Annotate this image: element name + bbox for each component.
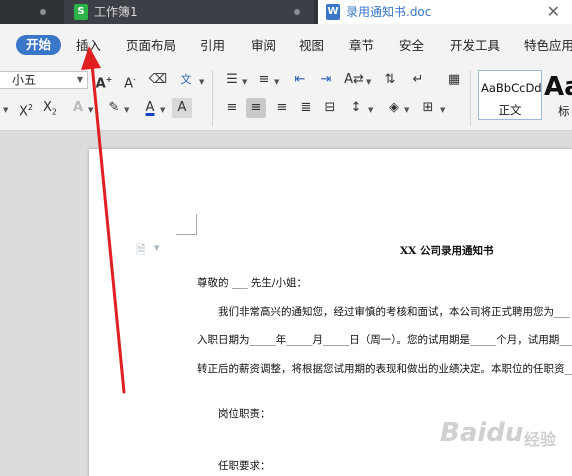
- menu-bar: 开始 插入 页面布局 引用 审阅 视图 章节 安全 开发工具 特色应用: [0, 24, 572, 66]
- document-line: 我们非常高兴的通知您，经过审慎的考核和面试，本公司将正式聘用您为___: [218, 306, 570, 318]
- document-options-icon[interactable]: 🗎: [136, 241, 148, 257]
- text-effect-icon[interactable]: A: [68, 98, 88, 118]
- tab-document[interactable]: W 录用通知书.doc ✕: [318, 0, 572, 24]
- chevron-down-icon[interactable]: ▼: [368, 106, 373, 114]
- chevron-down-icon[interactable]: ▼: [3, 106, 8, 114]
- document-line: 任职要求：: [218, 460, 271, 472]
- menu-item-developer[interactable]: 开发工具: [450, 38, 500, 54]
- margin-corner-mark: [176, 214, 197, 235]
- chevron-down-icon[interactable]: ▼: [366, 78, 371, 86]
- shrink-font-icon[interactable]: A-: [120, 70, 140, 91]
- chevron-down-icon: ▼: [76, 75, 83, 84]
- document-title: XX 公司录用通知书: [400, 245, 494, 257]
- chinese-layout-icon[interactable]: A͏⇄: [344, 70, 364, 90]
- menu-item-special[interactable]: 特色应用: [524, 38, 572, 54]
- chevron-down-icon[interactable]: ▼: [160, 106, 165, 114]
- clear-format-icon[interactable]: ⌫: [148, 70, 168, 90]
- font-color-icon[interactable]: A: [140, 98, 160, 118]
- menu-item-review[interactable]: 审阅: [251, 38, 276, 54]
- decrease-indent-icon[interactable]: ⇤: [290, 70, 310, 90]
- tab-document-label: 录用通知书.doc: [346, 5, 432, 19]
- tab-home[interactable]: [0, 0, 62, 24]
- show-hide-marks-icon[interactable]: ↵: [408, 70, 428, 90]
- font-size-select[interactable]: 小五 ▼: [0, 71, 88, 89]
- menu-item-home[interactable]: 开始: [16, 35, 62, 55]
- numbered-list-icon[interactable]: ≡: [254, 70, 274, 90]
- menu-item-security[interactable]: 安全: [399, 38, 424, 54]
- chevron-down-icon[interactable]: ▼: [88, 106, 93, 114]
- watermark: Baidu 经验: [440, 410, 572, 470]
- ribbon-toolbar: 小五 ▼ A+ A- ⌫ 文 ▼ ▼ X2 X2 A ▼ ✎ ▼ A ▼ A ☰…: [0, 66, 572, 131]
- style-normal-name: 正文: [498, 103, 522, 117]
- menu-item-page-layout[interactable]: 页面布局: [126, 38, 176, 54]
- subscript-icon[interactable]: X2: [40, 98, 60, 118]
- align-center-icon[interactable]: ≡: [246, 98, 266, 118]
- grow-font-icon[interactable]: A+: [94, 70, 114, 91]
- ribbon-separator: [212, 70, 213, 126]
- distributed-align-icon[interactable]: ⊟: [320, 98, 340, 118]
- tab-dot-icon: [294, 9, 300, 15]
- align-right-icon[interactable]: ≡: [272, 98, 292, 118]
- document-line: 尊敬的 ___ 先生/小姐：: [197, 277, 307, 289]
- highlight-icon[interactable]: ✎: [104, 98, 124, 118]
- chevron-down-icon[interactable]: ▼: [274, 78, 279, 86]
- chevron-down-icon[interactable]: ▼: [154, 244, 159, 252]
- menu-item-view[interactable]: 视图: [299, 38, 324, 54]
- style-normal[interactable]: AaBbCcDd 正文: [478, 70, 542, 120]
- style-normal-sample: AaBbCcDd: [481, 81, 542, 95]
- paragraph-shading-icon[interactable]: ◈: [384, 98, 404, 118]
- chevron-down-icon[interactable]: ▼: [242, 78, 247, 86]
- bullet-list-icon[interactable]: ☰: [222, 70, 242, 90]
- style-heading-sample: Aa: [544, 72, 572, 102]
- watermark-main: Baidu: [440, 418, 524, 448]
- font-size-value: 小五: [12, 73, 37, 87]
- menu-item-references[interactable]: 引用: [200, 38, 225, 54]
- sort-icon[interactable]: ⇅: [380, 70, 400, 90]
- menu-item-insert[interactable]: 插入: [76, 38, 101, 54]
- document-line: 岗位职责：: [218, 408, 271, 420]
- tab-workbook-label: 工作簿1: [94, 5, 138, 19]
- document-line: 转正后的薪资调整，将根据您试用期的表现和做出的业绩决定。本职位的任职资___: [197, 363, 572, 375]
- line-spacing-icon[interactable]: ↕: [346, 98, 366, 118]
- tab-dot-icon: [40, 9, 46, 15]
- word-doc-icon: W: [326, 4, 340, 20]
- window-tab-bar: S 工作簿1 W 录用通知书.doc ✕: [0, 0, 572, 24]
- document-line: 入职日期为_____年_____月_____日（周一）。您的试用期是_____个…: [197, 334, 572, 346]
- ribbon-separator: [470, 70, 471, 126]
- watermark-sub: 经验: [524, 430, 557, 449]
- border-icon[interactable]: ⊞: [418, 98, 438, 118]
- style-heading[interactable]: Aa 标: [544, 70, 572, 120]
- justify-icon[interactable]: ≣: [296, 98, 316, 118]
- align-left-icon[interactable]: ≡: [222, 98, 242, 118]
- close-icon[interactable]: ✕: [547, 2, 560, 22]
- phonetic-guide-icon[interactable]: 文: [176, 70, 196, 90]
- menu-item-sections[interactable]: 章节: [349, 38, 374, 54]
- character-shading-icon[interactable]: A: [172, 98, 192, 118]
- superscript-icon[interactable]: X2: [16, 98, 36, 119]
- style-heading-name: 标: [558, 104, 570, 118]
- chevron-down-icon[interactable]: ▼: [404, 106, 409, 114]
- tab-workbook[interactable]: S 工作簿1: [64, 0, 314, 24]
- chevron-down-icon[interactable]: ▼: [199, 78, 204, 86]
- borders-grid-icon[interactable]: ▦: [444, 70, 464, 90]
- chevron-down-icon[interactable]: ▼: [440, 106, 445, 114]
- spreadsheet-icon: S: [74, 4, 88, 20]
- chevron-down-icon[interactable]: ▼: [124, 106, 129, 114]
- increase-indent-icon[interactable]: ⇥: [316, 70, 336, 90]
